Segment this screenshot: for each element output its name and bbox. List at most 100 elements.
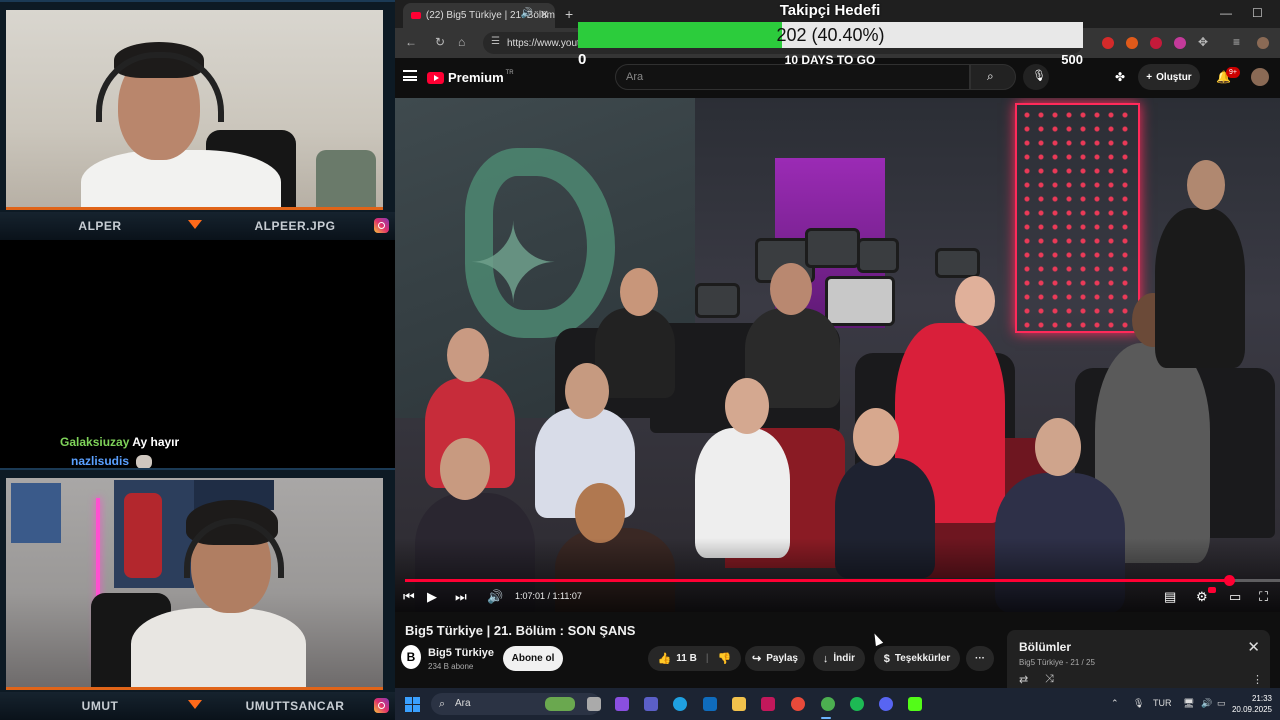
download-button[interactable]: ↓ İndir xyxy=(813,646,865,671)
triangle-icon xyxy=(188,220,202,229)
close-icon[interactable]: ✕ xyxy=(1247,638,1260,656)
progress-bar[interactable] xyxy=(405,575,1280,586)
thanks-button[interactable]: $ Teşekkürler xyxy=(874,646,960,671)
reload-icon[interactable]: ↻ xyxy=(435,35,445,49)
person-head xyxy=(955,276,995,326)
plus-icon: + xyxy=(1146,71,1153,83)
outlook-icon[interactable] xyxy=(703,697,717,711)
dislike-icon[interactable]: 👎 xyxy=(718,652,732,665)
more-actions-button[interactable]: ··· xyxy=(966,646,994,671)
extensions-puzzle-icon[interactable]: ✥ xyxy=(1198,35,1208,49)
theater-mode-icon[interactable]: ▭ xyxy=(1229,589,1241,605)
channel-name[interactable]: Big5 Türkiye xyxy=(428,647,494,659)
poster-figure xyxy=(124,493,162,578)
webcam-bottom: UMUT UMUTTSANCAR xyxy=(0,468,395,720)
create-button[interactable]: + Oluştur xyxy=(1138,64,1200,90)
extension-icon[interactable] xyxy=(1150,37,1162,49)
spotify-icon[interactable] xyxy=(850,697,864,711)
edge-icon[interactable] xyxy=(673,697,687,711)
avatar[interactable] xyxy=(1251,68,1269,86)
streamer-handle: UMUTTSANCAR xyxy=(245,699,345,713)
maximize-icon[interactable]: ☐ xyxy=(1252,6,1263,20)
streamer-name: UMUT xyxy=(81,699,119,713)
back-icon[interactable]: ← xyxy=(405,35,417,49)
progress-played xyxy=(405,579,1230,582)
video-player[interactable]: ✦ xyxy=(395,98,1280,612)
battery-icon[interactable]: ▭ xyxy=(1217,698,1226,709)
goal-days-left: 10 DAYS TO GO xyxy=(784,53,876,67)
subtitles-icon[interactable]: ▤ xyxy=(1164,589,1176,605)
discord-icon[interactable] xyxy=(879,697,893,711)
episodes-panel: Bölümler Big5 Türkiye - 21 / 25 ✕ ⇄ ⤨ ⋮ xyxy=(1007,630,1270,688)
close-icon[interactable]: ✕ xyxy=(540,8,549,21)
person-head xyxy=(1187,160,1225,210)
retro-tv xyxy=(935,248,980,278)
like-icon[interactable]: 👍 xyxy=(658,652,672,665)
shuffle-icon[interactable]: ⤨ xyxy=(1045,673,1054,686)
extension-icon[interactable] xyxy=(1174,37,1186,49)
language-indicator[interactable]: TUR xyxy=(1153,698,1172,708)
tab-youtube[interactable]: (22) Big5 Türkiye | 21. Bölüm 🔊 ✕ xyxy=(403,3,555,28)
person-head xyxy=(725,378,769,434)
home-icon[interactable]: ⌂ xyxy=(458,35,465,49)
site-info-icon[interactable]: ☰ xyxy=(491,36,500,47)
cast-icon[interactable]: ✤ xyxy=(1115,70,1125,84)
previous-icon[interactable]: ⏮ xyxy=(403,589,415,605)
subscribe-button[interactable]: Abone ol xyxy=(503,646,563,671)
minimize-icon[interactable]: — xyxy=(1220,6,1232,20)
file-explorer-icon[interactable] xyxy=(732,697,746,711)
channel-avatar[interactable]: B xyxy=(401,645,421,669)
video-time: 1:07:01 / 1:11:07 xyxy=(515,591,582,601)
teams-icon[interactable] xyxy=(644,697,658,711)
profile-icon[interactable] xyxy=(1257,37,1269,49)
more-icon: ··· xyxy=(975,653,985,664)
menu-icon[interactable] xyxy=(403,70,417,81)
browser-window: (22) Big5 Türkiye | 21. Bölüm 🔊 ✕ + — ☐ … xyxy=(395,0,1280,688)
taskbar-search[interactable]: ⌕ Ara xyxy=(431,693,601,715)
youtube-logo[interactable]: Premium TR xyxy=(427,70,514,85)
tab-title: (22) Big5 Türkiye | 21. Bölüm xyxy=(425,10,555,21)
super-thanks-icon: $ xyxy=(883,652,890,665)
retro-tv xyxy=(805,228,860,268)
app-icon[interactable] xyxy=(761,697,775,711)
copilot-icon[interactable] xyxy=(615,697,629,711)
follower-goal-widget: Takipçi Hedefi 202 (40.40%) 0 10 DAYS TO… xyxy=(575,0,1085,68)
speaker-icon[interactable]: 🔊 xyxy=(521,8,533,19)
volume-icon[interactable]: 🔊 xyxy=(1201,698,1212,709)
windows-start-icon[interactable] xyxy=(405,697,420,712)
extension-icon[interactable] xyxy=(1126,37,1138,49)
next-icon[interactable]: ⏭ xyxy=(455,589,467,605)
kick-icon[interactable] xyxy=(908,697,922,711)
sidebar-icon[interactable]: ≡ xyxy=(1233,35,1240,49)
volume-icon[interactable]: 🔊 xyxy=(487,589,503,605)
more-icon[interactable]: ⋮ xyxy=(1252,673,1263,686)
extension-icon[interactable] xyxy=(1102,37,1114,49)
like-count[interactable]: 11 B xyxy=(676,653,697,664)
fullscreen-icon[interactable]: ⛶ xyxy=(1259,589,1268,605)
goal-max: 500 xyxy=(1061,52,1083,67)
share-button[interactable]: ↪ Paylaş xyxy=(745,646,805,671)
chevron-up-icon[interactable]: ⌃ xyxy=(1111,698,1119,709)
retro-tv xyxy=(857,238,899,273)
settings-gear-icon[interactable]: ⚙ xyxy=(1196,589,1208,605)
chat-overlay: Galaksiuzay Ay hayır nazlisudis xyxy=(0,240,395,469)
clock-time: 21:33 xyxy=(1251,694,1272,703)
taskbar-clock[interactable]: 21:33 20.09.2025 xyxy=(1232,693,1272,715)
widget-icon[interactable] xyxy=(545,697,575,711)
play-icon[interactable]: ▶ xyxy=(427,589,437,605)
opera-icon[interactable] xyxy=(791,697,805,711)
youtube-icon xyxy=(427,71,444,84)
video-info: Big5 Türkiye | 21. Bölüm : SON ŞANS B Bi… xyxy=(395,612,1280,688)
person-head xyxy=(620,268,658,316)
wall-poster xyxy=(11,483,61,543)
task-view-icon[interactable] xyxy=(587,697,601,711)
new-tab-button[interactable]: + xyxy=(565,6,573,22)
microphone-icon[interactable]: 🎙 xyxy=(1133,698,1144,709)
network-icon[interactable]: 🖥 xyxy=(1183,698,1194,709)
taskbar-search-placeholder: Ara xyxy=(455,698,471,709)
logo-region: TR xyxy=(505,69,514,76)
goal-value: 202 (40.40%) xyxy=(776,25,885,45)
youtube-icon xyxy=(411,12,421,19)
loop-icon[interactable]: ⇄ xyxy=(1019,673,1028,686)
chrome-icon[interactable] xyxy=(821,697,835,711)
